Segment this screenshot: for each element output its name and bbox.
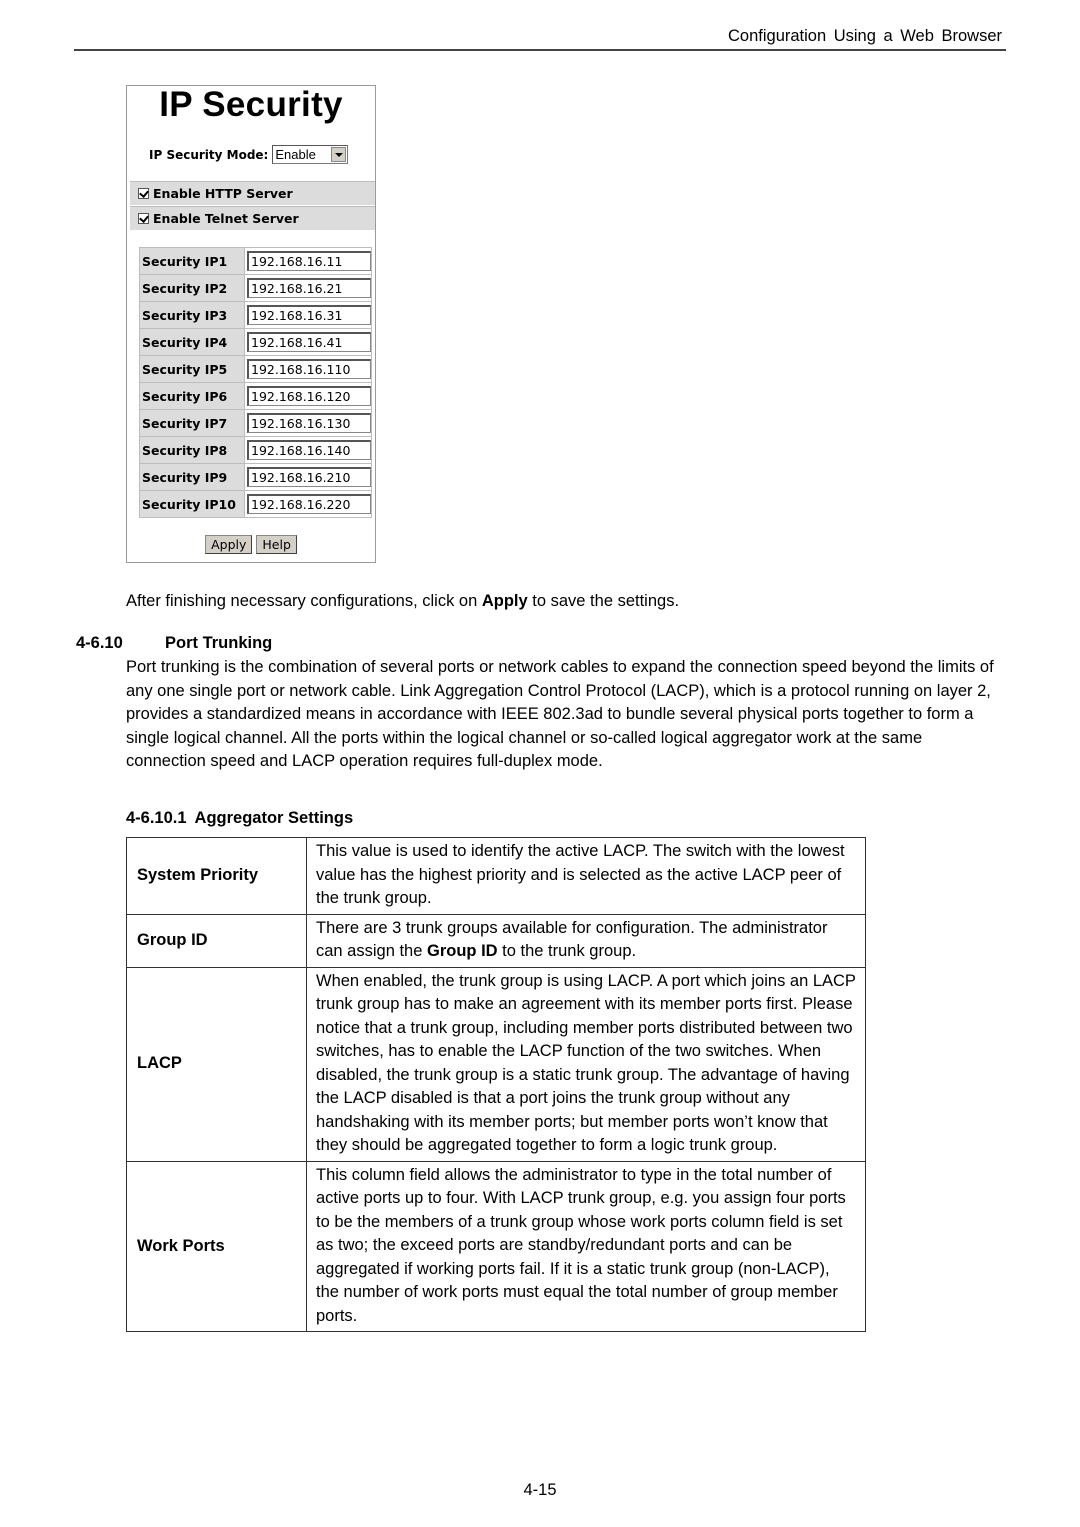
table-row: System Priority This value is used to id… [126, 837, 866, 915]
desc-text: to the trunk group. [497, 942, 637, 960]
term-cell: Group ID [126, 913, 307, 968]
port-trunking-paragraph: Port trunking is the combination of seve… [126, 658, 994, 770]
security-ip-row: Security IP5 [139, 355, 372, 383]
security-ip-row: Security IP9 [139, 463, 372, 491]
security-ip-row: Security IP2 [139, 274, 372, 302]
section-number: 4-6.10 [76, 634, 123, 652]
aggregator-settings-table: System Priority This value is used to id… [126, 837, 866, 1332]
term-cell: Work Ports [126, 1160, 307, 1332]
security-ip-label: Security IP10 [139, 490, 245, 518]
running-header-title: Configuration Using a Web Browser [728, 27, 1002, 45]
table-row: Group ID There are 3 trunk groups availa… [126, 913, 866, 968]
security-ip1-input[interactable] [247, 251, 371, 271]
security-ip-label: Security IP5 [139, 355, 245, 383]
enable-http-server-label: Enable HTTP Server [153, 186, 293, 201]
security-ip-label: Security IP7 [139, 409, 245, 437]
enable-telnet-server-checkbox[interactable] [138, 213, 149, 224]
security-ip-row: Security IP3 [139, 301, 372, 329]
security-ip-row: Security IP4 [139, 328, 372, 356]
ip-security-mode-row: IP Security Mode: Enable [149, 145, 349, 164]
desc-bold: Group ID [427, 942, 498, 960]
ip-security-title: IP Security [159, 85, 343, 124]
subsection-number: 4-6.10.1 [126, 809, 187, 827]
enable-telnet-server-label: Enable Telnet Server [153, 211, 299, 226]
section-title: Port Trunking [165, 634, 273, 652]
security-ip-row: Security IP10 [139, 490, 372, 518]
security-ip-row: Security IP6 [139, 382, 372, 410]
description-cell: There are 3 trunk groups available for c… [306, 913, 866, 968]
security-ip-row: Security IP1 [139, 247, 372, 275]
security-ip6-input[interactable] [247, 386, 371, 406]
security-ip-label: Security IP2 [139, 274, 245, 302]
enable-http-server-row[interactable]: Enable HTTP Server [130, 181, 375, 205]
help-button[interactable]: Help [256, 535, 297, 554]
apply-button[interactable]: Apply [205, 535, 253, 554]
after-text-bold: Apply [481, 592, 528, 610]
security-ip8-input[interactable] [247, 440, 371, 460]
after-text-end: to save the settings. [527, 592, 680, 610]
dropdown-arrow-icon[interactable] [331, 147, 347, 162]
security-ip-table: Security IP1 Security IP2 Security IP3 S… [139, 247, 372, 518]
security-ip-label: Security IP8 [139, 436, 245, 464]
ip-security-mode-select[interactable]: Enable [272, 145, 349, 164]
running-header: Configuration Using a Web Browser [74, 25, 1006, 51]
enable-http-server-checkbox[interactable] [138, 188, 149, 199]
ip-security-panel: IP Security IP Security Mode: Enable Ena… [126, 85, 376, 563]
table-row: LACP When enabled, the trunk group is us… [126, 966, 866, 1162]
security-ip3-input[interactable] [247, 305, 371, 325]
security-ip-row: Security IP8 [139, 436, 372, 464]
description-cell: This column field allows the administrat… [306, 1160, 866, 1332]
security-ip-label: Security IP6 [139, 382, 245, 410]
subsection-title: Aggregator Settings [194, 809, 354, 827]
security-ip9-input[interactable] [247, 467, 371, 487]
page-number: 4-15 [523, 1481, 557, 1499]
section-heading: 4-6.10 Port Trunking [76, 634, 272, 653]
security-ip5-input[interactable] [247, 359, 371, 379]
enable-telnet-server-row[interactable]: Enable Telnet Server [130, 206, 375, 230]
after-text-start: After finishing necessary configurations… [126, 592, 482, 610]
after-config-paragraph: After finishing necessary configurations… [126, 590, 679, 614]
security-ip2-input[interactable] [247, 278, 371, 298]
subsection-heading: 4-6.10.1 Aggregator Settings [126, 809, 353, 828]
security-ip-label: Security IP1 [139, 247, 245, 275]
ip-security-button-row: Apply Help [127, 535, 375, 554]
ip-security-mode-label: IP Security Mode: [149, 147, 269, 162]
security-ip-label: Security IP9 [139, 463, 245, 491]
security-ip-label: Security IP3 [139, 301, 245, 329]
table-row: Work Ports This column field allows the … [126, 1160, 866, 1332]
description-cell: This value is used to identify the activ… [306, 837, 866, 915]
term-cell: System Priority [126, 837, 307, 915]
security-ip-row: Security IP7 [139, 409, 372, 437]
description-cell: When enabled, the trunk group is using L… [306, 966, 866, 1162]
security-ip10-input[interactable] [247, 494, 371, 514]
security-ip7-input[interactable] [247, 413, 371, 433]
term-cell: LACP [126, 966, 307, 1162]
security-ip-label: Security IP4 [139, 328, 245, 356]
ip-security-mode-value: Enable [275, 147, 316, 162]
security-ip4-input[interactable] [247, 332, 371, 352]
